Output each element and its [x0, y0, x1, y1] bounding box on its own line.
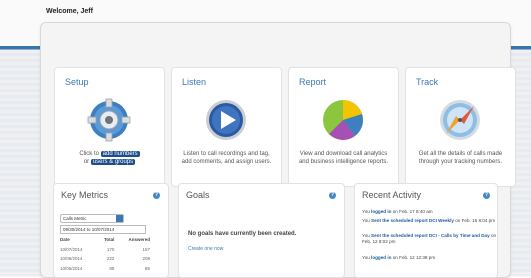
cell-total: 222 [106, 256, 115, 261]
key-metrics-panel: Key Metrics ? Calls Metric 09/30/2014 to… [53, 183, 169, 278]
setup-card[interactable]: Setup Click to add numbers or users & gr… [54, 67, 165, 187]
activity-actor: You [362, 255, 370, 260]
info-icon[interactable]: ? [483, 192, 490, 199]
report-desc: View and download call analytics and bus… [298, 151, 389, 165]
activity-actor: You [362, 209, 370, 214]
activity-link[interactable]: Sent the scheduled report DCI - Calls by… [371, 233, 490, 238]
listen-desc: Listen to call recordings and tag, add c… [181, 151, 272, 165]
metrics-table: Date Total Answered 10/07/2014 170 157 1… [60, 236, 150, 274]
activity-time: on Feb. 15 8:04 pm [455, 218, 496, 223]
setup-title: Setup [65, 77, 89, 87]
users-groups-link[interactable]: users & groups [90, 159, 136, 165]
table-row: 10/05/2014 85 85 [60, 264, 150, 274]
metric-select[interactable]: Calls Metric [60, 214, 124, 223]
cell-date: 10/06/2014 [60, 256, 83, 261]
play-icon [206, 100, 246, 140]
activity-item: You Sent the scheduled report DCI Weekly… [362, 218, 502, 224]
col-total: Total [104, 237, 115, 242]
track-desc: Get all the details of calls made throug… [418, 151, 503, 165]
activity-link[interactable]: logged in [371, 255, 391, 260]
metric-select-value: Calls Metric [63, 216, 87, 221]
track-card[interactable]: Track Get all the details of calls made … [405, 67, 516, 187]
report-title: Report [299, 77, 327, 87]
cell-answered: 85 [144, 265, 150, 271]
cell-total: 170 [106, 246, 115, 252]
activity-item: You logged in on Feb. 12 12:38 pm [362, 255, 502, 261]
activity-actor: You [362, 233, 370, 238]
setup-desc: Click to add numbers or users & groups [63, 150, 156, 166]
setup-desc-prefix: Click to [79, 151, 99, 157]
cell-answered: 208 [142, 256, 150, 261]
activity-item: You Sent the scheduled report DCI - Call… [362, 233, 502, 245]
add-numbers-link[interactable]: add numbers [100, 151, 140, 157]
activity-link[interactable]: logged in [371, 209, 391, 214]
pie-chart-icon [323, 100, 363, 140]
activity-time: on Feb. 17 8:40 am [392, 209, 433, 214]
recent-activity-title: Recent Activity [362, 190, 422, 200]
activity-item: You logged in on Feb. 17 8:40 am [362, 209, 502, 215]
compass-icon [440, 100, 480, 140]
date-range-field[interactable]: 09/30/2014 to 10/07/2014 [60, 225, 146, 234]
col-answered: Answered [128, 237, 150, 242]
setup-desc-mid: or [83, 159, 90, 165]
report-card[interactable]: Report View and download call analytics … [288, 67, 399, 187]
activity-time: on Feb. 12 12:38 pm [392, 255, 436, 260]
key-metrics-title: Key Metrics [61, 190, 109, 200]
goals-panel: Goals ? No goals have currently been cre… [178, 183, 345, 278]
table-row: 10/06/2014 222 208 [60, 255, 150, 265]
info-icon[interactable]: ? [153, 192, 160, 199]
cell-answered: 157 [142, 246, 150, 252]
listen-title: Listen [182, 77, 207, 87]
recent-activity-panel: Recent Activity ? You logged in on Feb. … [354, 183, 498, 278]
cell-total: 85 [109, 265, 115, 271]
col-date: Date [60, 237, 70, 242]
chevron-down-icon[interactable] [116, 215, 123, 222]
goals-empty-message: No goals have currently been created. [188, 231, 297, 237]
gear-icon [87, 98, 131, 142]
goals-title: Goals [186, 190, 210, 200]
create-goal-link[interactable]: Create one now [188, 246, 223, 252]
listen-card[interactable]: Listen Listen to call recordings and tag… [171, 67, 282, 187]
table-row: 10/07/2014 170 157 [60, 245, 150, 255]
table-header-row: Date Total Answered [60, 236, 150, 245]
track-title: Track [416, 77, 439, 87]
activity-link[interactable]: Sent the scheduled report DCI Weekly [371, 218, 454, 223]
welcome-text: Welcome, Jeff [46, 8, 93, 15]
cell-date: 10/07/2014 [60, 246, 83, 252]
cell-date: 10/05/2014 [60, 265, 83, 271]
info-icon[interactable]: ? [329, 192, 336, 199]
activity-actor: You [362, 218, 370, 223]
